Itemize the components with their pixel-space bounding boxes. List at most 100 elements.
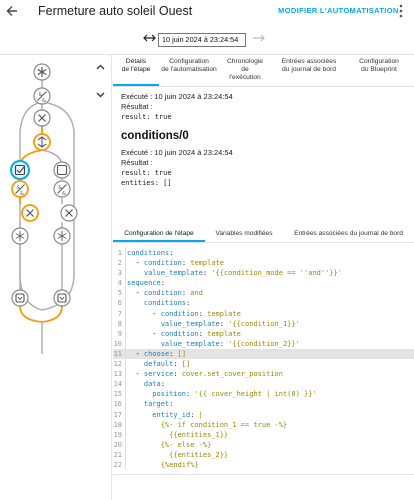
line-number: 5 [117, 289, 122, 298]
line-number: 15 [113, 390, 122, 399]
step-details: Exécuté : 10 juin 2024 à 23:24:54 Résult… [121, 92, 411, 188]
code-text: {%- if condition_1 == true -%} [127, 420, 288, 429]
gutter [125, 258, 126, 269]
asterisk-icon[interactable] [53, 227, 71, 245]
code-line[interactable]: 4 sequence: [113, 278, 414, 289]
line-number: 4 [117, 279, 122, 288]
divider [113, 242, 414, 243]
tab-step-details[interactable]: Détails de l'étape [113, 56, 159, 86]
service-icon[interactable] [53, 289, 71, 307]
dots-vertical-icon[interactable] [397, 4, 405, 20]
and-condition-icon[interactable]: & & [11, 180, 29, 198]
tab-step-logbook[interactable]: Entrées associées du journal de bord [283, 228, 414, 242]
code-text: position: '{{ cover_height | int(0) }}' [152, 390, 317, 399]
code-line[interactable]: 14 data: [113, 379, 414, 390]
line-number: 19 [113, 430, 122, 439]
line-number: 14 [113, 380, 122, 389]
svg-text:&: & [62, 191, 66, 197]
line-number: 20 [113, 440, 122, 449]
tab-step-config[interactable]: Configuration de l'étape [113, 228, 205, 242]
code-text: conditions: [127, 249, 174, 257]
arrow-left-icon[interactable] [6, 4, 20, 20]
divider [113, 474, 414, 475]
code-line[interactable]: 19 {{entities_1}} [113, 429, 414, 440]
line-number: 13 [113, 370, 122, 379]
code-line[interactable]: 15 position: '{{ cover_height | int(0) }… [113, 389, 414, 400]
gutter [125, 429, 126, 440]
choose-split-icon[interactable] [33, 133, 51, 151]
code-line[interactable]: 7 - condition: template [113, 308, 414, 319]
edit-automation-button[interactable]: MODIFIER L'AUTOMATISATION [278, 6, 399, 15]
tab-execution-timeline[interactable]: Chronologie de l'exécution [219, 56, 271, 86]
code-line[interactable]: 13 - service: cover.set_cover_position [113, 369, 414, 380]
gutter [125, 409, 126, 420]
page-title: Fermeture auto soleil Ouest [38, 4, 193, 18]
code-text: {{entities_1}} [127, 430, 229, 439]
yaml-editor[interactable]: 1 conditions: 2 - condition: template 3 val… [113, 248, 414, 472]
code-text: - condition: and [135, 289, 203, 298]
gutter [125, 308, 126, 319]
code-line[interactable]: 22 {%endif%} [113, 459, 414, 471]
trace-graph-canvas: & & & & & & [10, 63, 78, 354]
arrow-right-icon[interactable] [252, 32, 265, 47]
gutter [125, 359, 126, 370]
gutter [125, 248, 126, 259]
gutter [125, 348, 126, 360]
code-line[interactable]: 2 - condition: template [113, 258, 414, 269]
tab-changed-variables[interactable]: Variables modifiées [205, 228, 283, 242]
code-line[interactable]: 10 value_template: '{{condition_2}}' [113, 338, 414, 349]
close-circle-icon[interactable] [21, 204, 39, 222]
code-line[interactable]: 9 - condition: template [113, 328, 414, 339]
gutter [125, 389, 126, 400]
and-condition-icon[interactable]: & & [33, 87, 51, 105]
gutter [125, 268, 126, 279]
checkbox-icon[interactable] [10, 160, 30, 180]
line-number: 3 [117, 269, 122, 278]
tab-blueprint-config[interactable]: Configuration du Blueprint [347, 56, 411, 86]
asterisk-icon[interactable] [11, 227, 29, 245]
code-line[interactable]: 8 value_template: '{{condition_1}}' [113, 318, 414, 329]
code-text: sequence: [127, 279, 165, 288]
code-line[interactable]: 20 {%- else -%} [113, 439, 414, 450]
service-icon[interactable] [11, 289, 29, 307]
gutter [125, 379, 126, 390]
code-line[interactable]: 3 value_template: '{{condition_mode == '… [113, 268, 414, 279]
code-text: - choose: [] [135, 349, 187, 358]
line-number: 22 [113, 460, 122, 469]
code-line[interactable]: 11 - choose: [] [113, 348, 414, 360]
close-circle-icon[interactable] [33, 109, 51, 127]
gutter [125, 338, 126, 349]
code-line[interactable]: 21 {{entities_2}} [113, 449, 414, 460]
code-line[interactable]: 12 default: [] [113, 359, 414, 370]
code-line[interactable]: 16 target: [113, 399, 414, 410]
stop-square-icon[interactable] [53, 161, 71, 179]
code-line[interactable]: 1 conditions: [113, 248, 414, 259]
result-label: Résultat : [121, 102, 153, 111]
section-title: conditions/0 [121, 130, 189, 142]
code-text: {%- else -%} [127, 440, 212, 449]
code-line[interactable]: 18 {%- if condition_1 == true -%} [113, 419, 414, 430]
arrow-left-right-icon[interactable] [143, 32, 156, 47]
gutter [125, 419, 126, 430]
gutter [125, 328, 126, 339]
code-line[interactable]: 5 - condition: and [113, 288, 414, 299]
code-line[interactable]: 6 conditions: [113, 298, 414, 309]
step-tabs: Configuration de l'étape Variables modif… [113, 228, 414, 242]
code-line[interactable]: 17 entity_id: | [113, 409, 414, 420]
gutter [125, 318, 126, 329]
code-text: value_template: '{{condition_1}}' [160, 319, 300, 328]
tab-logbook-entries[interactable]: Entrées associées du journal de bord [271, 56, 347, 86]
app-header: Fermeture auto soleil Ouest MODIFIER L'A… [0, 0, 414, 26]
code-text: - condition: template [135, 259, 224, 268]
asterisk-icon[interactable] [33, 63, 51, 81]
line-number: 18 [113, 420, 122, 429]
gutter [125, 399, 126, 410]
trace-date-select[interactable]: 10 juin 2024 à 23:24:54 [158, 33, 246, 47]
code-text: data: [143, 380, 165, 389]
trace-tabs: Détails de l'étape Configuration de l'au… [113, 56, 414, 86]
result-value: entities: [] [121, 179, 172, 187]
and-condition-icon[interactable]: & & [53, 180, 71, 198]
tab-automation-config[interactable]: Configuration de l'automatisation [159, 56, 219, 86]
close-circle-icon[interactable] [60, 204, 78, 222]
line-number: 17 [113, 410, 122, 419]
